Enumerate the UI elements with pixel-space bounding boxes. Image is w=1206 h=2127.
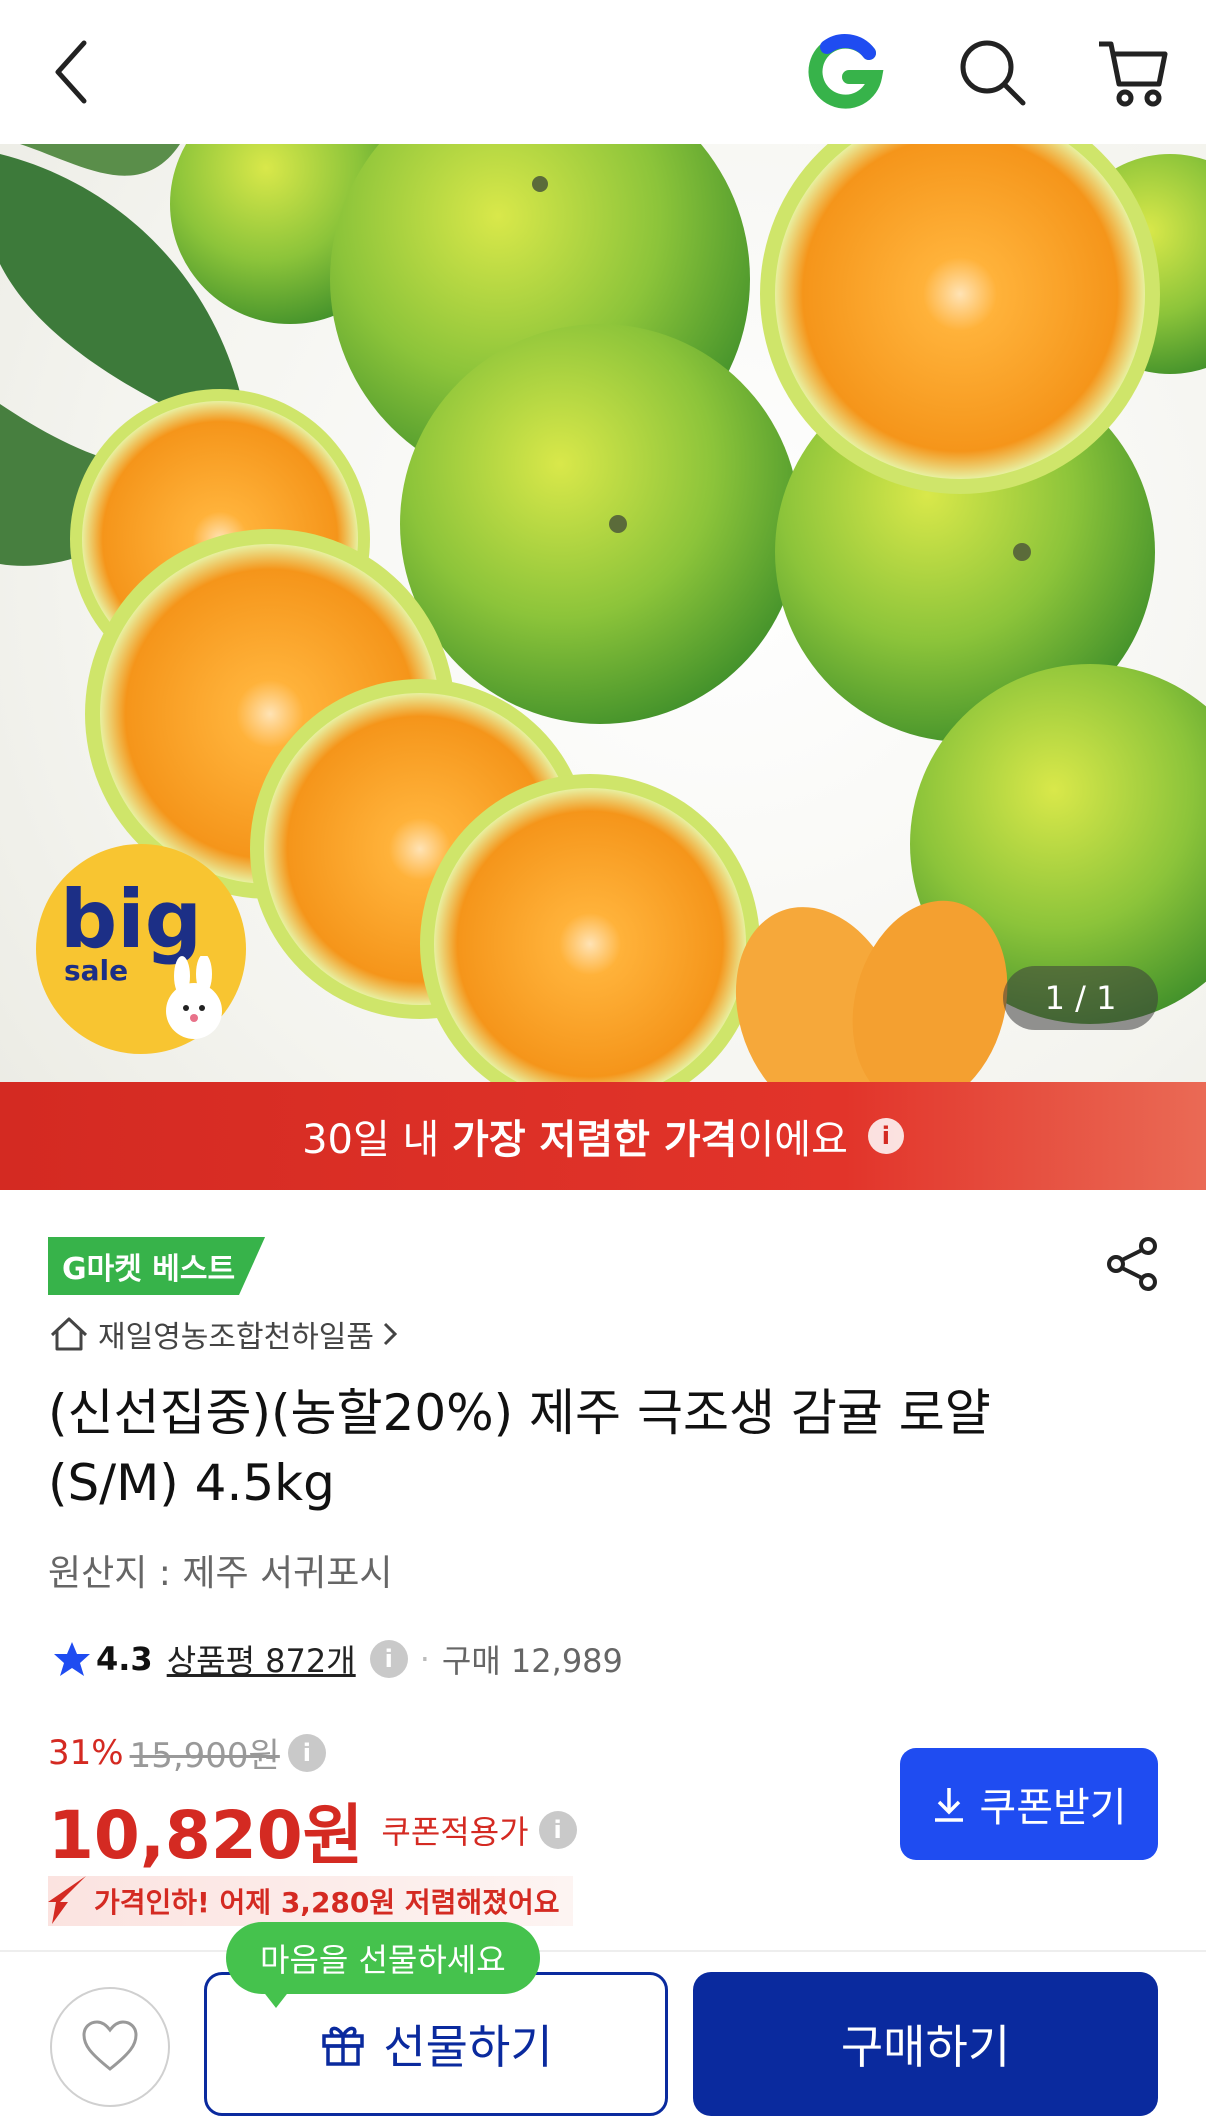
review-link[interactable]: 상품평 872개	[167, 1636, 356, 1682]
gift-button-label: 선물하기	[383, 2020, 553, 2074]
product-image[interactable]: big sale 1 / 1	[0, 144, 1206, 1082]
coupon-download-button[interactable]: 쿠폰받기	[900, 1748, 1158, 1860]
image-counter: 1 / 1	[1003, 966, 1158, 1030]
final-price-row: 10,820원 쿠폰적용가 i	[48, 1782, 577, 1878]
price-original-row: 31% 15,900원 i	[48, 1728, 326, 1777]
chevron-right-icon	[383, 1322, 398, 1346]
seller-link[interactable]: 재일영농조합천하일품	[48, 1312, 400, 1356]
coupon-price-label: 쿠폰적용가	[381, 1813, 529, 1851]
banner-suffix: 이에요	[737, 1117, 848, 1163]
review-info-icon[interactable]: i	[369, 1640, 408, 1678]
download-icon	[935, 1788, 964, 1822]
cart-icon	[1099, 41, 1168, 107]
gmarket-logo[interactable]	[806, 32, 886, 112]
back-button[interactable]	[40, 30, 104, 114]
rating-row: 4.3 상품평 872개 i · 구매 12,989	[52, 1636, 623, 1682]
buy-button[interactable]: 구매하기	[693, 1972, 1158, 2116]
seller-name: 재일영농조합천하일품	[98, 1320, 374, 1355]
banner-prefix: 30일 내	[302, 1117, 453, 1163]
search-icon	[960, 40, 1026, 106]
coupon-button-label: 쿠폰받기	[979, 1785, 1127, 1831]
gift-icon	[322, 2026, 365, 2066]
final-price: 10,820원	[48, 1797, 364, 1874]
rabbit-icon	[166, 956, 222, 1039]
sticker-sale-text: sale	[64, 954, 129, 987]
price-drop-text: 가격인하! 어제 3,280원 저렴해졌어요	[94, 1886, 560, 1919]
cart-button[interactable]	[1092, 30, 1174, 114]
price-down-arrow-icon	[48, 1876, 86, 1924]
gift-tooltip-tail	[262, 1990, 290, 2008]
top-bar	[0, 0, 1206, 144]
product-origin: 원산지 : 제주 서귀포시	[48, 1553, 393, 1594]
share-icon	[1107, 1237, 1157, 1291]
best-badge: G마켓 베스트	[48, 1237, 266, 1295]
gift-tooltip: 마음을 선물하세요	[226, 1922, 540, 1994]
product-title: (신선집중)(농할20%) 제주 극조생 감귤 로얄(S/M) 4.5kg	[48, 1384, 991, 1512]
dot-separator: ·	[419, 1640, 430, 1678]
star-icon	[54, 1642, 90, 1676]
buy-button-label: 구매하기	[840, 2020, 1011, 2074]
sticker-big-text: big	[60, 873, 202, 966]
price-drop-notice: 가격인하! 어제 3,280원 저렴해졌어요	[48, 1876, 574, 1926]
rating-score: 4.3	[96, 1640, 153, 1678]
search-button[interactable]	[952, 30, 1032, 114]
banner-highlight: 가장 저렴한 가격	[452, 1117, 738, 1163]
original-price-info-icon[interactable]: i	[287, 1733, 326, 1772]
gmarket-logo-icon	[808, 34, 884, 109]
chevron-left-icon	[55, 40, 87, 104]
info-icon[interactable]: i	[867, 1118, 904, 1154]
heart-icon	[82, 2020, 138, 2071]
share-button[interactable]	[1100, 1232, 1164, 1296]
big-sale-sticker: big sale	[36, 844, 246, 1054]
purchase-count: 구매 12,989	[441, 1642, 623, 1680]
wishlist-button[interactable]	[50, 1987, 170, 2107]
discount-rate: 31%	[48, 1732, 124, 1773]
home-icon	[50, 1317, 88, 1351]
coupon-price-info-icon[interactable]: i	[538, 1811, 577, 1849]
lowest-price-banner[interactable]: 30일 내 가장 저렴한 가격 이에요 i	[0, 1082, 1206, 1190]
original-price: 15,900원	[129, 1736, 280, 1776]
